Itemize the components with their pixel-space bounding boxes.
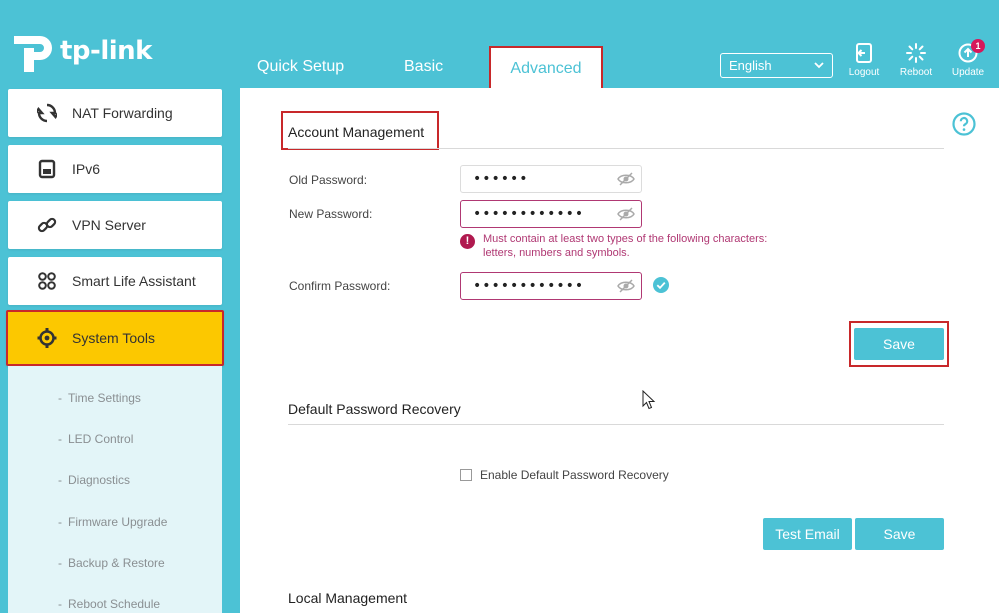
sidebar-item-label: NAT Forwarding bbox=[72, 105, 173, 121]
logout-button[interactable]: Logout bbox=[842, 42, 886, 78]
submenu-label: Reboot Schedule bbox=[68, 597, 161, 611]
update-label: Update bbox=[951, 67, 985, 78]
account-management-title: Account Management bbox=[288, 124, 425, 140]
submenu-label: Backup & Restore bbox=[68, 556, 165, 570]
logout-label: Logout bbox=[848, 67, 880, 78]
old-password-field[interactable]: •••••• bbox=[460, 165, 642, 193]
sidebar-item-nat-forwarding[interactable]: NAT Forwarding bbox=[8, 89, 222, 137]
submenu-backup-restore[interactable]: - Backup & Restore bbox=[58, 556, 165, 570]
error-line-1: Must contain at least two types of the f… bbox=[483, 233, 768, 245]
chevron-down-icon bbox=[814, 62, 824, 69]
new-password-label: New Password: bbox=[289, 207, 373, 221]
error-line-2: letters, numbers and symbols. bbox=[483, 247, 630, 259]
submenu-diagnostics[interactable]: - Diagnostics bbox=[58, 473, 130, 487]
mouse-cursor-icon bbox=[642, 390, 656, 410]
tab-quick-setup[interactable]: Quick Setup bbox=[257, 58, 344, 76]
submenu-time-settings[interactable]: - Time Settings bbox=[58, 391, 141, 405]
sidebar-item-system-tools[interactable]: System Tools bbox=[6, 310, 224, 366]
error-icon: ! bbox=[460, 234, 475, 249]
submenu-firmware-upgrade[interactable]: - Firmware Upgrade bbox=[58, 515, 167, 529]
old-password-value: •••••• bbox=[473, 171, 529, 187]
content-panel: Account Management Old Password: •••••• … bbox=[240, 88, 999, 613]
submenu-reboot-schedule[interactable]: - Reboot Schedule bbox=[58, 597, 160, 611]
sidebar-item-ipv6[interactable]: IPv6 bbox=[8, 145, 222, 193]
tab-basic[interactable]: Basic bbox=[404, 58, 443, 76]
sidebar: NAT Forwarding IPv6 VPN Server Smart Lif… bbox=[0, 88, 230, 613]
test-email-button[interactable]: Test Email bbox=[763, 518, 852, 550]
nat-forwarding-icon bbox=[36, 102, 58, 124]
help-icon[interactable] bbox=[952, 112, 976, 136]
top-header: tp-link Quick Setup Basic Advanced Engli… bbox=[0, 0, 999, 88]
local-management-title: Local Management bbox=[288, 590, 408, 606]
eye-slash-icon[interactable] bbox=[617, 278, 635, 294]
divider bbox=[288, 148, 944, 149]
submenu-label: LED Control bbox=[68, 432, 134, 446]
vpn-link-icon bbox=[36, 214, 58, 236]
sidebar-item-smart-life-assistant[interactable]: Smart Life Assistant bbox=[8, 257, 222, 305]
language-select[interactable]: English bbox=[720, 53, 833, 78]
recovery-checkbox-row[interactable]: Enable Default Password Recovery bbox=[460, 468, 669, 482]
sidebar-item-label: System Tools bbox=[72, 330, 155, 346]
sidebar-item-label: VPN Server bbox=[72, 217, 146, 233]
update-count-badge: 1 bbox=[971, 39, 985, 53]
reboot-label: Reboot bbox=[899, 67, 933, 78]
reboot-icon bbox=[906, 43, 926, 63]
save-account-button[interactable]: Save bbox=[854, 328, 944, 360]
update-button[interactable]: Update 1 bbox=[946, 39, 990, 78]
enable-recovery-checkbox[interactable] bbox=[460, 469, 472, 481]
sidebar-item-label: Smart Life Assistant bbox=[72, 273, 196, 289]
eye-slash-icon[interactable] bbox=[617, 206, 635, 222]
system-tools-submenu: - Time Settings - LED Control - Diagnostics… bbox=[8, 366, 222, 613]
submenu-label: Firmware Upgrade bbox=[68, 515, 168, 529]
divider bbox=[288, 424, 944, 425]
gear-icon bbox=[36, 327, 58, 349]
submenu-label: Diagnostics bbox=[68, 473, 131, 487]
check-circle-icon bbox=[653, 277, 669, 293]
submenu-label: Time Settings bbox=[68, 391, 141, 405]
tp-link-logo[interactable]: tp-link bbox=[8, 28, 152, 74]
submenu-led-control[interactable]: - LED Control bbox=[58, 432, 133, 446]
confirm-password-label: Confirm Password: bbox=[289, 279, 391, 293]
eye-slash-icon[interactable] bbox=[617, 171, 635, 187]
sidebar-item-label: IPv6 bbox=[72, 161, 101, 177]
logout-icon bbox=[856, 43, 872, 63]
save-recovery-button[interactable]: Save bbox=[855, 518, 944, 550]
brand-name: tp-link bbox=[60, 36, 152, 66]
language-selected: English bbox=[729, 58, 772, 73]
confirm-password-value: •••••••••••• bbox=[473, 278, 585, 294]
confirm-password-field[interactable]: •••••••••••• bbox=[460, 272, 642, 300]
smart-life-icon bbox=[36, 270, 58, 292]
old-password-label: Old Password: bbox=[289, 173, 368, 187]
new-password-field[interactable]: •••••••••••• bbox=[460, 200, 642, 228]
reboot-button[interactable]: Reboot bbox=[894, 42, 938, 78]
new-password-value: •••••••••••• bbox=[473, 206, 585, 222]
ipv6-icon bbox=[36, 158, 58, 180]
sidebar-item-vpn-server[interactable]: VPN Server bbox=[8, 201, 222, 249]
tp-link-logo-icon bbox=[14, 36, 52, 72]
enable-recovery-label: Enable Default Password Recovery bbox=[480, 468, 669, 482]
default-password-recovery-title: Default Password Recovery bbox=[288, 401, 461, 417]
tab-advanced[interactable]: Advanced bbox=[489, 46, 603, 88]
